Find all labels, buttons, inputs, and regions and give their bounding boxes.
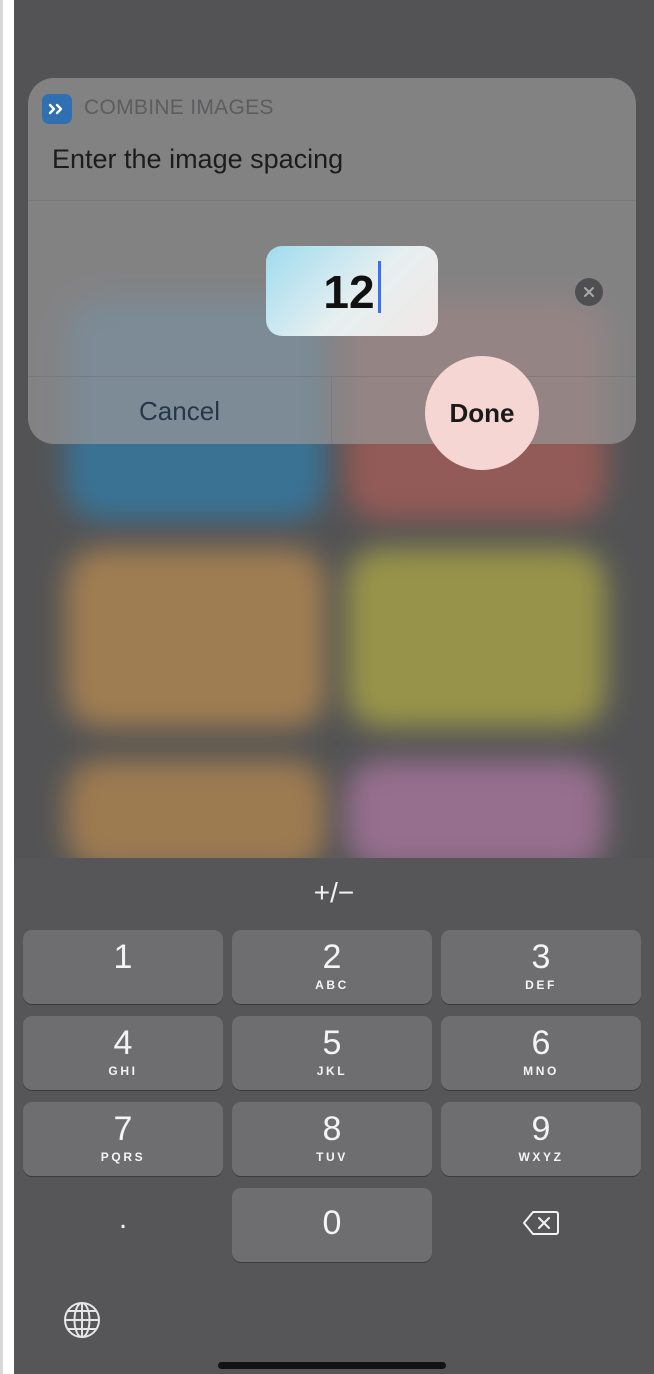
key-digit: 8 xyxy=(322,1110,342,1148)
key-0[interactable]: 0 xyxy=(232,1188,432,1262)
frame-edge xyxy=(0,0,3,1374)
spacing-input[interactable]: 12 xyxy=(266,246,438,336)
key-letters: MNO xyxy=(523,1064,559,1078)
key-digit: 3 xyxy=(531,938,551,976)
key-7[interactable]: 7 PQRS xyxy=(23,1102,223,1176)
key-letters: ABC xyxy=(315,978,349,992)
key-6[interactable]: 6 MNO xyxy=(441,1016,641,1090)
done-button[interactable]: Done xyxy=(425,356,539,470)
key-letters: PQRS xyxy=(100,1150,146,1164)
clear-text-icon[interactable] xyxy=(575,278,603,306)
dialog-header: COMBINE IMAGES Enter the image spacing xyxy=(28,78,636,201)
key-2[interactable]: 2 ABC xyxy=(232,930,432,1004)
decimal-key-label: . xyxy=(118,1202,128,1235)
key-letters: GHI xyxy=(108,1064,138,1078)
key-letters: WXYZ xyxy=(518,1150,564,1164)
input-dialog: COMBINE IMAGES Enter the image spacing 1… xyxy=(28,78,636,444)
key-9[interactable]: 9 WXYZ xyxy=(441,1102,641,1176)
cancel-button[interactable]: Cancel xyxy=(28,377,331,444)
key-digit: 5 xyxy=(322,1024,342,1062)
key-letters: JKL xyxy=(316,1064,348,1078)
shortcuts-app-icon xyxy=(42,94,72,124)
key-3[interactable]: 3 DEF xyxy=(441,930,641,1004)
key-digit: 6 xyxy=(531,1024,551,1062)
home-indicator[interactable] xyxy=(218,1362,446,1369)
key-1[interactable]: 1 xyxy=(23,930,223,1004)
key-5[interactable]: 5 JKL xyxy=(232,1016,432,1090)
key-digit: 4 xyxy=(113,1024,133,1062)
key-digit: 9 xyxy=(531,1110,551,1148)
numeric-keypad: +/− 1 2 ABC 3 DEF 4 GHI 5 JKL 6 MNO 7 PQ… xyxy=(14,858,654,1374)
key-letters: DEF xyxy=(525,978,557,992)
spacing-input-value: 12 xyxy=(323,266,375,318)
globe-icon[interactable] xyxy=(58,1296,106,1344)
key-digit: 1 xyxy=(113,938,133,976)
key-8[interactable]: 8 TUV xyxy=(232,1102,432,1176)
dialog-app-name: COMBINE IMAGES xyxy=(84,96,274,119)
key-4[interactable]: 4 GHI xyxy=(23,1016,223,1090)
decimal-key[interactable]: . xyxy=(23,1188,223,1262)
dialog-prompt: Enter the image spacing xyxy=(52,144,344,174)
action-divider xyxy=(331,377,332,444)
phone-screen: COMBINE IMAGES Enter the image spacing 1… xyxy=(14,0,654,1374)
key-digit: 0 xyxy=(322,1204,342,1242)
key-letters: TUV xyxy=(316,1150,348,1164)
key-digit: 2 xyxy=(322,938,342,976)
key-digit: 7 xyxy=(113,1110,133,1148)
plus-minus-key[interactable]: +/− xyxy=(294,870,374,916)
backspace-icon xyxy=(522,1210,560,1241)
text-caret xyxy=(377,261,381,313)
dialog-actions: Cancel xyxy=(28,376,636,444)
delete-key[interactable] xyxy=(441,1188,641,1262)
